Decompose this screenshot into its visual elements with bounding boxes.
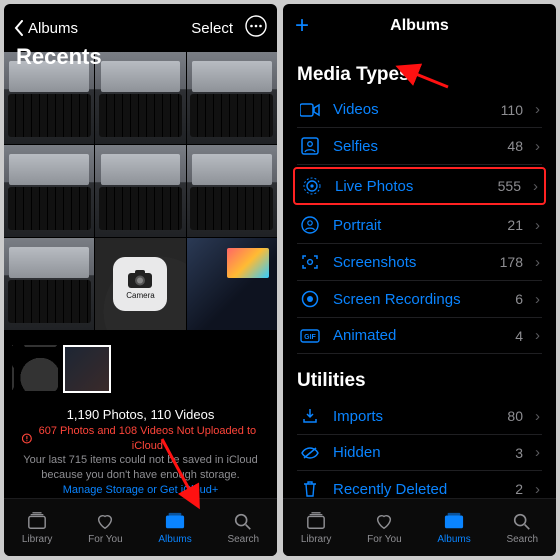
chevron-right-icon: ›	[535, 444, 540, 461]
row-hidden[interactable]: Hidden 3 ›	[297, 435, 542, 471]
chevron-right-icon: ›	[535, 481, 540, 498]
livephoto-icon	[301, 176, 323, 196]
tab-search[interactable]: Search	[506, 511, 538, 545]
photo-thumb[interactable]	[4, 238, 94, 330]
tab-foryou[interactable]: For You	[88, 511, 122, 545]
svg-text:GIF: GIF	[304, 334, 316, 341]
chevron-right-icon: ›	[535, 254, 540, 271]
chevron-right-icon: ›	[535, 291, 540, 308]
search-icon	[511, 511, 533, 531]
chevron-right-icon: ›	[535, 408, 540, 425]
photo-thumb[interactable]	[187, 52, 277, 144]
chevron-right-icon: ›	[535, 327, 540, 344]
scrubber[interactable]	[4, 341, 277, 401]
camera-app-icon: Camera	[113, 257, 167, 311]
animated-icon: GIF	[299, 329, 321, 343]
portrait-icon	[299, 216, 321, 234]
back-label: Albums	[28, 20, 78, 37]
alert-icon	[22, 433, 32, 444]
foryou-icon	[94, 511, 116, 531]
row-live-photos[interactable]: Live Photos 555 ›	[293, 167, 546, 205]
back-button[interactable]: Albums	[14, 20, 78, 37]
icloud-warning: 607 Photos and 108 Videos Not Uploaded t…	[4, 424, 277, 498]
tab-bar: Library For You Albums Search	[4, 498, 277, 556]
tab-search[interactable]: Search	[227, 511, 259, 545]
scrubber-thumb[interactable]	[12, 345, 60, 393]
tab-foryou[interactable]: For You	[367, 511, 401, 545]
hidden-icon	[299, 446, 321, 460]
albums-icon	[443, 511, 465, 531]
selfie-icon	[299, 137, 321, 155]
add-album-button[interactable]: +	[295, 14, 309, 38]
photo-thumb[interactable]	[4, 145, 94, 237]
row-videos[interactable]: Videos 110 ›	[297, 92, 542, 128]
select-button[interactable]: Select	[191, 20, 233, 37]
library-icon	[305, 511, 327, 531]
imports-icon	[299, 407, 321, 425]
video-icon	[299, 103, 321, 117]
albums-icon	[164, 511, 186, 531]
row-portrait[interactable]: Portrait 21 ›	[297, 207, 542, 244]
chevron-right-icon: ›	[535, 138, 540, 155]
scrubber-thumb-selected[interactable]	[63, 345, 111, 393]
tab-albums[interactable]: Albums	[437, 511, 470, 545]
photo-thumb[interactable]	[95, 145, 185, 237]
row-animated[interactable]: GIF Animated 4 ›	[297, 318, 542, 354]
photo-thumb[interactable]	[187, 238, 277, 330]
photo-thumb[interactable]	[95, 52, 185, 144]
chevron-right-icon: ›	[533, 178, 538, 195]
photo-thumb[interactable]	[187, 145, 277, 237]
ellipsis-icon	[245, 15, 267, 37]
photo-thumb-camera-app[interactable]: Camera	[95, 238, 185, 330]
row-screen-recordings[interactable]: Screen Recordings 6 ›	[297, 281, 542, 318]
screenshot-icon	[299, 253, 321, 271]
trash-icon	[299, 480, 321, 498]
album-title: Recents	[16, 44, 102, 70]
search-icon	[232, 511, 254, 531]
tab-library[interactable]: Library	[22, 511, 53, 545]
screen-recents: Albums Select Recents Camera 1,190 Photo…	[4, 4, 277, 556]
screen-albums: + Albums Media Types Videos 110 › Selfie…	[283, 4, 556, 556]
row-selfies[interactable]: Selfies 48 ›	[297, 128, 542, 165]
photo-grid[interactable]: Camera	[4, 52, 277, 341]
tab-albums[interactable]: Albums	[158, 511, 191, 545]
chevron-left-icon	[14, 20, 24, 36]
nav-bar: + Albums	[283, 4, 556, 48]
row-imports[interactable]: Imports 80 ›	[297, 398, 542, 435]
row-recently-deleted[interactable]: Recently Deleted 2 ›	[297, 471, 542, 498]
library-icon	[26, 511, 48, 531]
manage-storage-link[interactable]: Manage Storage or Get iCloud+	[63, 484, 219, 496]
library-stats: 1,190 Photos, 110 Videos	[4, 401, 277, 424]
foryou-icon	[373, 511, 395, 531]
screenrec-icon	[299, 290, 321, 308]
section-header-utilities: Utilities	[297, 370, 542, 392]
more-button[interactable]	[245, 15, 267, 41]
tab-bar: Library For You Albums Search	[283, 498, 556, 556]
section-header-media: Media Types	[297, 64, 542, 86]
nav-title: Albums	[390, 17, 449, 35]
row-screenshots[interactable]: Screenshots 178 ›	[297, 244, 542, 281]
albums-list[interactable]: Media Types Videos 110 › Selfies 48 › Li…	[283, 48, 556, 498]
chevron-right-icon: ›	[535, 217, 540, 234]
tab-library[interactable]: Library	[301, 511, 332, 545]
chevron-right-icon: ›	[535, 101, 540, 118]
